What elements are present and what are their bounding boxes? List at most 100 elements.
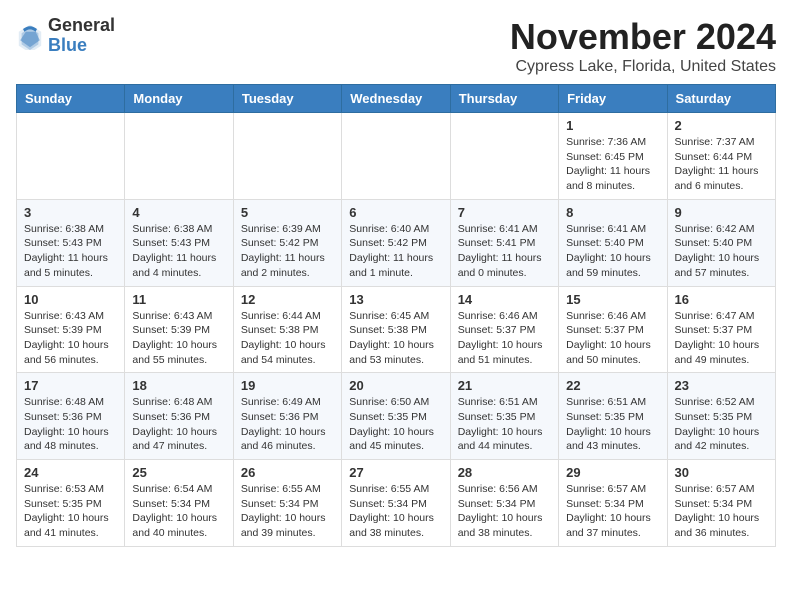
calendar-week-row: 3Sunrise: 6:38 AM Sunset: 5:43 PM Daylig… [17,199,776,286]
weekday-header-friday: Friday [559,85,667,113]
weekday-header-wednesday: Wednesday [342,85,450,113]
calendar-week-row: 24 Sunrise: 6:53 AM Sunset: 5:35 PM Dayli… [17,460,776,547]
day-number: 28 [458,465,551,480]
day-number: 16 [675,292,768,307]
day-number: 24 [24,465,117,480]
calendar-day-cell [17,113,125,200]
day-number: 25 [132,465,225,480]
day-info: Sunrise: 6:45 AM Sunset: 5:38 PM Dayligh… [349,309,442,368]
day-number: 4 [132,205,225,220]
day-info: Sunrise: 6:53 AM Sunset: 5:35 PM Dayligh… [24,482,117,541]
calendar-body: 1Sunrise: 7:36 AM Sunset: 6:45 PM Daylig… [17,113,776,547]
day-number: 18 [132,378,225,393]
title-area: November 2024 Cypress Lake, Florida, Uni… [510,16,776,76]
day-number: 6 [349,205,442,220]
day-number: 26 [241,465,334,480]
day-info: Sunrise: 6:41 AM Sunset: 5:40 PM Dayligh… [566,222,659,281]
day-info: Sunrise: 6:51 AM Sunset: 5:35 PM Dayligh… [566,395,659,454]
day-info: Sunrise: 6:57 AM Sunset: 5:34 PM Dayligh… [675,482,768,541]
day-info: Sunrise: 6:40 AM Sunset: 5:42 PM Dayligh… [349,222,442,281]
calendar-week-row: 10 Sunrise: 6:43 AM Sunset: 5:39 PM Dayli… [17,286,776,373]
calendar-day-cell: 3Sunrise: 6:38 AM Sunset: 5:43 PM Daylig… [17,199,125,286]
day-number: 29 [566,465,659,480]
logo-icon [16,22,44,50]
day-number: 21 [458,378,551,393]
calendar-day-cell: 14 Sunrise: 6:46 AM Sunset: 5:37 PM Dayli… [450,286,558,373]
calendar-day-cell: 17Sunrise: 6:48 AM Sunset: 5:36 PM Dayli… [17,373,125,460]
location-subtitle: Cypress Lake, Florida, United States [510,58,776,76]
day-number: 7 [458,205,551,220]
day-info: Sunrise: 6:46 AM Sunset: 5:37 PM Dayligh… [566,309,659,368]
calendar-day-cell: 20 Sunrise: 6:50 AM Sunset: 5:35 PM Dayli… [342,373,450,460]
day-number: 27 [349,465,442,480]
logo: General Blue [16,16,115,56]
day-info: Sunrise: 6:52 AM Sunset: 5:35 PM Dayligh… [675,395,768,454]
weekday-header-thursday: Thursday [450,85,558,113]
day-number: 12 [241,292,334,307]
logo-blue-text: Blue [48,36,115,56]
calendar-day-cell: 23 Sunrise: 6:52 AM Sunset: 5:35 PM Dayli… [667,373,775,460]
day-number: 8 [566,205,659,220]
calendar-day-cell: 15 Sunrise: 6:46 AM Sunset: 5:37 PM Dayli… [559,286,667,373]
weekday-header-row: SundayMondayTuesdayWednesdayThursdayFrid… [17,85,776,113]
day-info: Sunrise: 6:55 AM Sunset: 5:34 PM Dayligh… [241,482,334,541]
calendar-day-cell [450,113,558,200]
calendar-day-cell: 18 Sunrise: 6:48 AM Sunset: 5:36 PM Dayli… [125,373,233,460]
weekday-header-sunday: Sunday [17,85,125,113]
day-info: Sunrise: 6:54 AM Sunset: 5:34 PM Dayligh… [132,482,225,541]
logo-general-text: General [48,16,115,36]
day-number: 19 [241,378,334,393]
day-info: Sunrise: 6:57 AM Sunset: 5:34 PM Dayligh… [566,482,659,541]
calendar-day-cell: 12 Sunrise: 6:44 AM Sunset: 5:38 PM Dayli… [233,286,341,373]
weekday-header-saturday: Saturday [667,85,775,113]
day-number: 17 [24,378,117,393]
day-number: 15 [566,292,659,307]
day-info: Sunrise: 6:38 AM Sunset: 5:43 PM Dayligh… [132,222,225,281]
day-info: Sunrise: 6:46 AM Sunset: 5:37 PM Dayligh… [458,309,551,368]
weekday-header-tuesday: Tuesday [233,85,341,113]
day-info: Sunrise: 6:47 AM Sunset: 5:37 PM Dayligh… [675,309,768,368]
day-number: 10 [24,292,117,307]
day-info: Sunrise: 6:48 AM Sunset: 5:36 PM Dayligh… [132,395,225,454]
day-info: Sunrise: 6:39 AM Sunset: 5:42 PM Dayligh… [241,222,334,281]
logo-text: General Blue [48,16,115,56]
day-info: Sunrise: 6:43 AM Sunset: 5:39 PM Dayligh… [132,309,225,368]
day-info: Sunrise: 6:42 AM Sunset: 5:40 PM Dayligh… [675,222,768,281]
day-number: 30 [675,465,768,480]
calendar-day-cell: 9Sunrise: 6:42 AM Sunset: 5:40 PM Daylig… [667,199,775,286]
day-info: Sunrise: 7:36 AM Sunset: 6:45 PM Dayligh… [566,135,659,194]
calendar-day-cell: 7 Sunrise: 6:41 AM Sunset: 5:41 PM Daylig… [450,199,558,286]
calendar-day-cell: 5 Sunrise: 6:39 AM Sunset: 5:42 PM Daylig… [233,199,341,286]
day-info: Sunrise: 6:44 AM Sunset: 5:38 PM Dayligh… [241,309,334,368]
day-number: 11 [132,292,225,307]
day-info: Sunrise: 6:38 AM Sunset: 5:43 PM Dayligh… [24,222,117,281]
day-number: 23 [675,378,768,393]
calendar-day-cell: 22Sunrise: 6:51 AM Sunset: 5:35 PM Dayli… [559,373,667,460]
calendar-day-cell: 11 Sunrise: 6:43 AM Sunset: 5:39 PM Dayli… [125,286,233,373]
calendar-day-cell: 16 Sunrise: 6:47 AM Sunset: 5:37 PM Dayli… [667,286,775,373]
calendar-day-cell [342,113,450,200]
calendar-week-row: 17 Sunrise: 6:48 AM Sunset: 5:36 PM Dayli… [17,373,776,460]
calendar-day-cell: 25 Sunrise: 6:54 AM Sunset: 5:34 PM Dayli… [125,460,233,547]
day-info: Sunrise: 7:37 AM Sunset: 6:44 PM Dayligh… [675,135,768,194]
calendar-day-cell: 21Sunrise: 6:51 AM Sunset: 5:35 PM Dayli… [450,373,558,460]
calendar-day-cell: 10 Sunrise: 6:43 AM Sunset: 5:39 PM Dayli… [17,286,125,373]
calendar-day-cell: 2 Sunrise: 7:37 AM Sunset: 6:44 PM Daylig… [667,113,775,200]
calendar-day-cell: 30 Sunrise: 6:57 AM Sunset: 5:34 PM Dayli… [667,460,775,547]
calendar-day-cell: 28Sunrise: 6:56 AM Sunset: 5:34 PM Dayli… [450,460,558,547]
day-number: 2 [675,118,768,133]
weekday-header-monday: Monday [125,85,233,113]
day-info: Sunrise: 6:43 AM Sunset: 5:39 PM Dayligh… [24,309,117,368]
calendar-day-cell: 8 Sunrise: 6:41 AM Sunset: 5:40 PM Daylig… [559,199,667,286]
calendar-day-cell: 29 Sunrise: 6:57 AM Sunset: 5:34 PM Dayli… [559,460,667,547]
day-info: Sunrise: 6:55 AM Sunset: 5:34 PM Dayligh… [349,482,442,541]
day-number: 5 [241,205,334,220]
day-number: 14 [458,292,551,307]
day-info: Sunrise: 6:41 AM Sunset: 5:41 PM Dayligh… [458,222,551,281]
day-number: 20 [349,378,442,393]
day-number: 13 [349,292,442,307]
header: General Blue November 2024 Cypress Lake,… [16,16,776,76]
day-info: Sunrise: 6:50 AM Sunset: 5:35 PM Dayligh… [349,395,442,454]
day-info: Sunrise: 6:49 AM Sunset: 5:36 PM Dayligh… [241,395,334,454]
calendar-day-cell [233,113,341,200]
